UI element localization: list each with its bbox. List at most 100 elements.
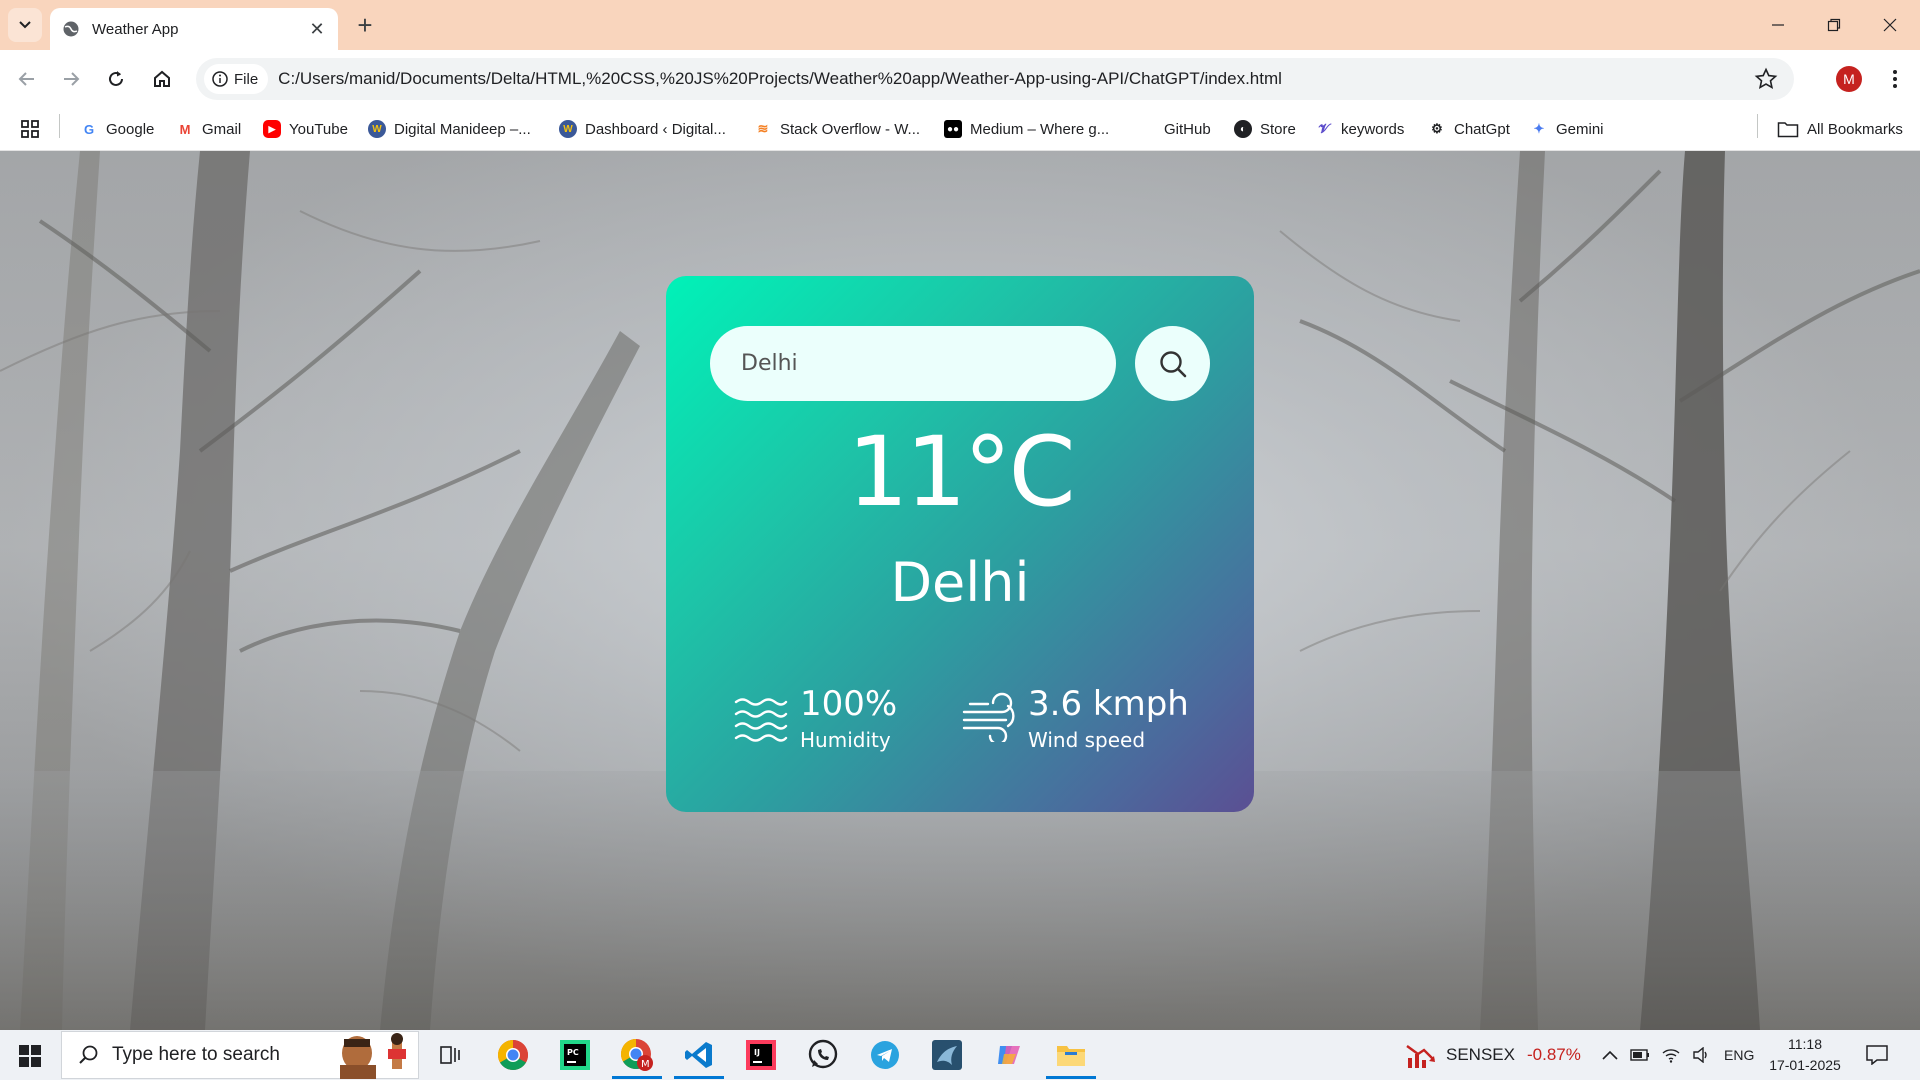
restore-icon xyxy=(1827,18,1841,32)
apps-button[interactable] xyxy=(20,116,40,142)
chrome-profile-icon: M xyxy=(620,1039,653,1071)
bookmark-chatgpt[interactable]: ⚙ ChatGpt xyxy=(1428,116,1510,142)
battery-icon xyxy=(1630,1049,1649,1061)
forward-button[interactable] xyxy=(54,62,88,96)
wind-block: 3.6 kmph Wind speed xyxy=(962,684,1189,752)
all-bookmarks-button[interactable]: All Bookmarks xyxy=(1777,116,1903,142)
humidity-label: Humidity xyxy=(800,728,891,752)
taskbar-copilot[interactable] xyxy=(980,1031,1038,1079)
telegram-icon xyxy=(871,1041,899,1069)
bookmark-youtube[interactable]: ▶ YouTube xyxy=(263,116,348,142)
start-button[interactable] xyxy=(8,1038,52,1074)
svg-text:IJ: IJ xyxy=(754,1048,760,1057)
sensex-widget[interactable]: SENSEX -0.87% xyxy=(1406,1030,1581,1080)
bookmark-google[interactable]: G Google xyxy=(80,116,154,142)
battery-indicator[interactable] xyxy=(1630,1030,1650,1080)
url-text[interactable]: C:/Users/manid/Documents/Delta/HTML,%20C… xyxy=(278,69,1282,89)
tab-title: Weather App xyxy=(92,20,179,38)
windows-taskbar: Type here to search PC M IJ SENSEX -0.87… xyxy=(0,1030,1920,1080)
windows-logo-icon xyxy=(19,1045,41,1067)
bookmark-star-icon[interactable] xyxy=(1754,67,1778,91)
page-viewport: 11°C Delhi 100% Humidity xyxy=(0,151,1920,1030)
intellij-icon: IJ xyxy=(746,1040,776,1070)
new-tab-button[interactable]: + xyxy=(350,10,380,40)
humidity-waves-icon xyxy=(734,698,788,742)
globe-icon xyxy=(63,21,79,37)
clock-date: 17-01-2025 xyxy=(1769,1057,1841,1073)
wind-speed-value: 3.6 kmph xyxy=(1028,684,1189,724)
taskbar-chrome[interactable] xyxy=(484,1031,542,1079)
reload-icon xyxy=(109,71,123,86)
mysql-workbench-icon xyxy=(932,1040,962,1070)
bookmark-dashboard[interactable]: W Dashboard ‹ Digital... xyxy=(559,116,726,142)
tab-search-button[interactable] xyxy=(8,8,42,42)
arrow-right-icon xyxy=(64,72,80,86)
search-button[interactable] xyxy=(1135,326,1210,401)
folder-icon xyxy=(1777,122,1799,138)
taskbar-vscode[interactable] xyxy=(670,1031,728,1079)
bookmarks-divider xyxy=(59,114,60,138)
bookmark-stackoverflow[interactable]: ≋ Stack Overflow - W... xyxy=(754,116,920,142)
input-language[interactable]: ENG xyxy=(1724,1030,1754,1080)
close-tab-icon[interactable]: ✕ xyxy=(304,16,330,42)
restore-button[interactable] xyxy=(1806,0,1862,50)
profile-avatar[interactable]: M xyxy=(1836,66,1862,92)
home-icon xyxy=(154,70,170,87)
show-hidden-icons-button[interactable] xyxy=(1602,1030,1618,1080)
notifications-button[interactable] xyxy=(1866,1030,1888,1080)
taskbar-intellij[interactable]: IJ xyxy=(732,1031,790,1079)
close-window-button[interactable] xyxy=(1862,0,1918,50)
svg-text:M: M xyxy=(641,1059,650,1070)
wifi-icon xyxy=(1662,1049,1680,1063)
taskbar-file-explorer[interactable] xyxy=(1042,1031,1100,1079)
taskbar-chrome-profile[interactable]: M xyxy=(608,1031,666,1079)
medium-icon: ●● xyxy=(944,120,962,138)
bookmark-digital-manideep[interactable]: W Digital Manideep –... xyxy=(368,116,531,142)
city-search-input[interactable] xyxy=(710,326,1116,401)
volume-indicator[interactable] xyxy=(1692,1030,1710,1080)
home-button[interactable] xyxy=(145,62,179,96)
address-bar[interactable]: File C:/Users/manid/Documents/Delta/HTML… xyxy=(196,58,1794,100)
arrow-left-icon xyxy=(18,72,34,86)
network-indicator[interactable] xyxy=(1662,1030,1680,1080)
city-name: Delhi xyxy=(890,551,1030,614)
bookmark-store[interactable]: ◐ Store xyxy=(1234,116,1296,142)
chevron-down-icon xyxy=(19,21,31,29)
back-button[interactable] xyxy=(10,62,44,96)
reload-button[interactable] xyxy=(99,62,133,96)
taskbar-pycharm[interactable]: PC xyxy=(546,1031,604,1079)
bookmark-medium[interactable]: ●● Medium – Where g... xyxy=(944,116,1109,142)
taskbar-search-box[interactable]: Type here to search xyxy=(61,1031,419,1079)
more-vertical-icon xyxy=(1893,70,1897,88)
weather-card: 11°C Delhi 100% Humidity xyxy=(666,276,1254,812)
bookmark-keywords[interactable]: 𝓥keywords xyxy=(1315,116,1405,142)
taskbar-mysql[interactable] xyxy=(918,1031,976,1079)
wind-icon xyxy=(962,692,1015,742)
copilot-icon xyxy=(998,1046,1020,1064)
browser-menu-button[interactable] xyxy=(1880,62,1910,96)
task-view-icon xyxy=(440,1046,460,1064)
sensex-change: -0.87% xyxy=(1526,1045,1581,1064)
wordpress-icon: W xyxy=(559,120,577,138)
bookmark-github[interactable]: GitHub xyxy=(1164,116,1211,142)
bookmark-gmail[interactable]: M Gmail xyxy=(176,116,242,142)
minimize-button[interactable] xyxy=(1750,0,1806,50)
keywords-icon: 𝓥 xyxy=(1318,121,1330,136)
minimize-icon xyxy=(1772,24,1784,26)
youtube-icon: ▶ xyxy=(263,120,281,138)
clock-time: 11:18 xyxy=(1788,1036,1822,1052)
active-tab[interactable]: Weather App ✕ xyxy=(50,8,338,50)
bookmark-gemini[interactable]: ✦ Gemini xyxy=(1530,116,1604,142)
taskbar-telegram[interactable] xyxy=(856,1031,914,1079)
wind-speed-label: Wind speed xyxy=(1028,728,1146,752)
apps-grid-icon xyxy=(21,120,39,138)
site-info-label: File xyxy=(234,70,259,88)
taskbar-whatsapp[interactable] xyxy=(794,1031,852,1079)
system-clock[interactable]: 11:18 17-01-2025 xyxy=(1762,1034,1848,1076)
site-info-chip[interactable]: File xyxy=(204,64,269,94)
chrome-icon xyxy=(497,1040,529,1071)
browser-titlebar: Weather App ✕ + xyxy=(0,0,1920,50)
store-icon: ◐ xyxy=(1234,120,1252,138)
task-view-button[interactable] xyxy=(421,1031,479,1079)
browser-toolbar: File C:/Users/manid/Documents/Delta/HTML… xyxy=(0,50,1920,108)
